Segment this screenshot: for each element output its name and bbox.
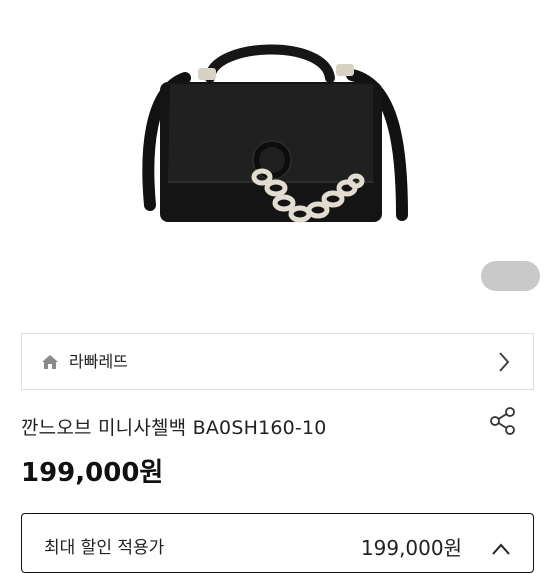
- discount-price-toggle[interactable]: 최대 할인 적용가 199,000원: [21, 513, 534, 573]
- chevron-up-icon: [492, 543, 510, 555]
- product-price: 199,000원: [21, 458, 164, 488]
- brand-link[interactable]: 라빠레뜨: [21, 333, 534, 390]
- home-icon: [42, 355, 58, 369]
- product-image[interactable]: [0, 0, 555, 305]
- image-pager-indicator[interactable]: [481, 261, 540, 291]
- bag-image: [142, 44, 408, 223]
- discount-price: 199,000원: [360, 536, 462, 560]
- chevron-right-icon: [499, 352, 510, 372]
- share-icon[interactable]: [489, 406, 517, 436]
- discount-label: 최대 할인 적용가: [44, 538, 165, 558]
- product-title: 깐느오브 미니사첼백 BA0SH160-10: [21, 417, 327, 439]
- brand-name: 라빠레뜨: [69, 352, 128, 371]
